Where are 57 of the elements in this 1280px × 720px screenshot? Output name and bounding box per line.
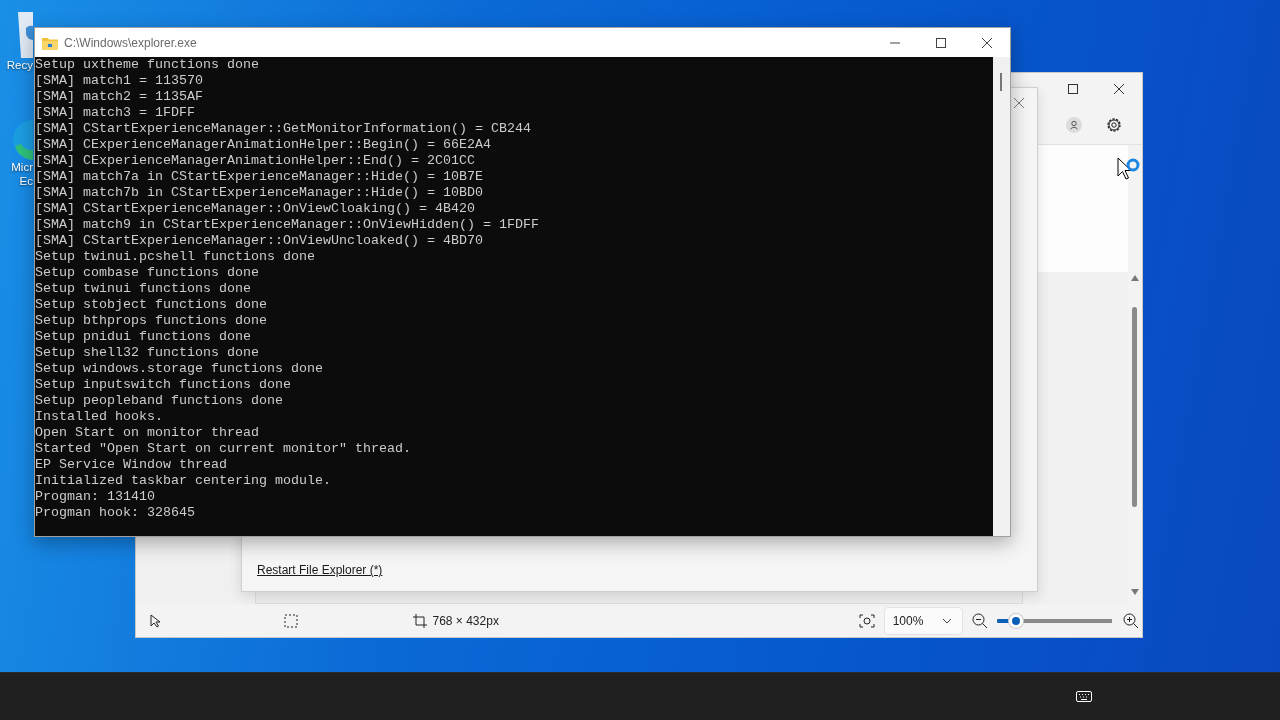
window-title: C:\Windows\explorer.exe <box>64 35 197 50</box>
scroll-down-icon <box>1131 589 1139 595</box>
restart-link[interactable]: Restart File Explorer (*) <box>257 563 383 577</box>
keyboard-icon <box>1076 690 1092 702</box>
console-line: Installed hooks. <box>35 409 163 424</box>
console-line: [SMA] match9 in CStartExperienceManager::OnViewHidden() = 1FDFF <box>35 217 539 232</box>
settings-icon <box>1105 115 1123 134</box>
console-line: Setup windows.storage functions done <box>35 361 323 376</box>
console-line: Setup twinui.pcshell functions done <box>35 249 315 264</box>
console-line: [SMA] match3 = 1FDFF <box>35 105 195 120</box>
console-line: [SMA] CStartExperienceManager::OnViewUncloaked() = 4BD70 <box>35 233 483 248</box>
console-line: [SMA] CStartExperienceManager::GetMonitorInformation() = CB244 <box>35 121 531 136</box>
scrollbar[interactable] <box>993 57 1010 536</box>
console-line: [SMA] CStartExperienceManager::OnViewCloaking() = 4B420 <box>35 201 475 216</box>
zoom-out-icon <box>972 612 989 629</box>
console-line: [SMA] match7b in CStartExperienceManager::Hide() = 10BD0 <box>35 185 483 200</box>
console-line: Open Start on monitor thread <box>35 425 259 440</box>
zoom-dropdown[interactable]: 100% <box>883 606 964 635</box>
maximize-icon <box>936 37 946 48</box>
console-line: [SMA] match7a in CStartExperienceManager::Hide() = 10B7E <box>35 169 483 184</box>
console-line: Setup peopleband functions done <box>35 393 283 408</box>
console-line: [SMA] CExperienceManagerAnimationHelper::Begin() = 66E2A4 <box>35 137 491 152</box>
console-line: Started "Open Start on current monitor" thread. <box>35 441 411 456</box>
console-line: Setup combase functions done <box>35 265 259 280</box>
desktop-icon-label[interactable]: Recy <box>6 58 33 72</box>
console-line: Initialized taskbar centering module. <box>35 473 331 488</box>
zoom-in-icon <box>1123 612 1140 629</box>
desktop-icon-label[interactable]: Ec <box>19 174 33 188</box>
console-line: Setup bthprops functions done <box>35 313 267 328</box>
console-line: [SMA] match2 = 1135AF <box>35 89 203 104</box>
console-line: EP Service Window thread <box>35 457 227 472</box>
minimize-icon <box>890 41 900 44</box>
close-icon <box>1114 84 1124 94</box>
console-line: Progman: 131410 <box>35 489 155 504</box>
pointer-icon <box>149 613 162 628</box>
chevron-down-icon <box>942 617 953 624</box>
folder-icon <box>42 35 58 50</box>
console-line: Setup shell32 functions done <box>35 345 259 360</box>
console-line: Setup stobject functions done <box>35 297 267 312</box>
maximize-icon <box>1068 84 1078 94</box>
console-line: Setup inputswitch functions done <box>35 377 291 392</box>
console-line: Setup uxtheme functions done <box>35 57 259 72</box>
scroll-up-icon <box>1131 275 1139 281</box>
console-line: Setup twinui functions done <box>35 281 251 296</box>
keyboard-button[interactable] <box>1074 688 1094 704</box>
image-dimensions: 768 × 432px <box>432 613 499 628</box>
dashed-rectangle-icon <box>283 613 298 628</box>
desktop-icon-label[interactable]: Micr <box>11 160 33 174</box>
console-line: [SMA] CExperienceManagerAnimationHelper::End() = 2C01CC <box>35 153 475 168</box>
console-line: Progman hook: 328645 <box>35 505 195 520</box>
crop-icon <box>412 613 427 628</box>
close-icon <box>982 37 992 48</box>
focus-frame-icon <box>858 613 875 628</box>
console-line: Setup pnidui functions done <box>35 329 251 344</box>
close-icon <box>1014 98 1024 108</box>
person-icon <box>1066 116 1082 133</box>
console-line: [SMA] match1 = 113570 <box>35 73 203 88</box>
